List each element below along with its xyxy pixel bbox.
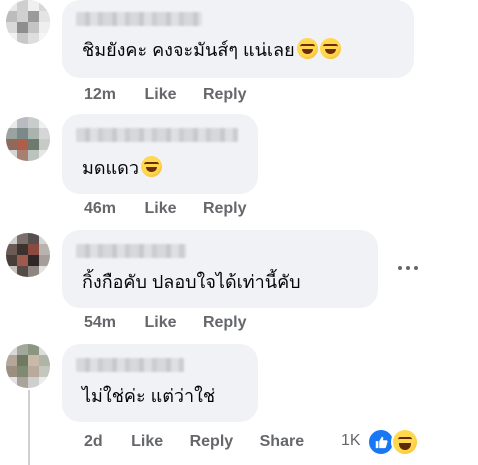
- reaction-count: 1K: [341, 432, 361, 449]
- share-button[interactable]: Share: [260, 433, 304, 451]
- comment-bubble: ชิมยังคะ คงจะมันส์ๆ แน่เลย: [62, 0, 414, 78]
- author-name-blurred[interactable]: [76, 12, 202, 26]
- comment-actions: 46m Like Reply: [84, 200, 269, 218]
- comment-text-row: มดแดว: [82, 156, 162, 180]
- reply-button[interactable]: Reply: [190, 433, 234, 451]
- comment-text-row: ไม่ใช่ค่ะ แต่ว่าใช่: [82, 384, 215, 408]
- comment-text-row: ชิมยังคะ คงจะมันส์ๆ แน่เลย: [82, 38, 341, 62]
- laughing-emoji-icon: [296, 38, 318, 59]
- comment-text: มดแดว: [82, 158, 139, 178]
- laughing-emoji-icon: [319, 38, 341, 59]
- reply-button[interactable]: Reply: [203, 314, 247, 332]
- author-name-blurred[interactable]: [76, 128, 238, 142]
- comment-time[interactable]: 46m: [84, 200, 116, 218]
- like-button[interactable]: Like: [144, 86, 176, 104]
- avatar[interactable]: [6, 233, 50, 277]
- avatar[interactable]: [6, 0, 50, 44]
- comment-text: ชิมยังคะ คงจะมันส์ๆ แน่เลย: [82, 40, 295, 60]
- thumbs-up-icon: [375, 436, 388, 449]
- comment-time[interactable]: 54m: [84, 314, 116, 332]
- comment-text: กิ้งกือคับ ปลอบใจได้เท่านี้คับ: [82, 272, 301, 292]
- comment-actions: 12m Like Reply: [84, 86, 269, 104]
- thread-line: [28, 390, 30, 465]
- author-name-blurred[interactable]: [76, 244, 186, 258]
- comment-bubble: ไม่ใช่ค่ะ แต่ว่าใช่: [62, 344, 258, 422]
- comment-actions: 54m Like Reply: [84, 314, 269, 332]
- comment-text: ไม่ใช่ค่ะ แต่ว่าใช่: [82, 386, 216, 406]
- comment-bubble: มดแดว: [62, 114, 258, 194]
- avatar[interactable]: [6, 344, 50, 388]
- like-button[interactable]: Like: [144, 314, 176, 332]
- like-button[interactable]: Like: [131, 433, 163, 451]
- laughing-emoji-icon: [140, 156, 162, 177]
- comment-time[interactable]: 12m: [84, 86, 116, 104]
- reply-button[interactable]: Reply: [203, 86, 247, 104]
- reply-button[interactable]: Reply: [203, 200, 247, 218]
- comment-bubble: กิ้งกือคับ ปลอบใจได้เท่านี้คับ: [62, 230, 378, 308]
- author-name-blurred[interactable]: [76, 358, 184, 372]
- comment-text-row: กิ้งกือคับ ปลอบใจได้เท่านี้คับ: [82, 270, 301, 294]
- haha-reaction-icon: [391, 428, 419, 456]
- avatar[interactable]: [6, 117, 50, 161]
- comment-actions: 2d Like Reply Share: [84, 433, 326, 451]
- comment-time[interactable]: 2d: [84, 433, 103, 451]
- more-options-icon[interactable]: [397, 263, 419, 273]
- like-button[interactable]: Like: [144, 200, 176, 218]
